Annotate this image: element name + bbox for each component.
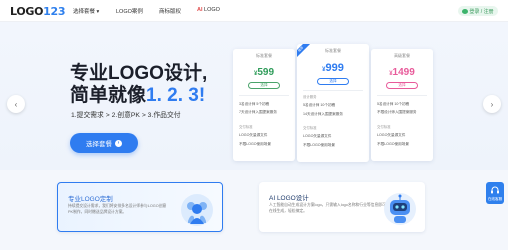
team-illustration-icon <box>181 194 213 226</box>
hero-title-line2: 简单就像1. 2. 3! <box>70 80 205 107</box>
site-logo[interactable]: LOGO123 <box>10 5 66 18</box>
logo-text: LOGO <box>10 5 44 18</box>
pricing-card-premium[interactable]: 高级套餐 ¥1499 选择 5名设计师 10个初稿 不限设计师入围提案服务 交付… <box>371 49 433 161</box>
card-select-button[interactable]: 选择 <box>317 78 349 85</box>
feature-description: 持续提交设计需求，我们将安排多名设计师参与LOGO创意PK制作，同时赠送品牌设计… <box>68 204 167 214</box>
nav-choose-package[interactable]: 选择套餐 ▾ <box>73 7 99 15</box>
card-select-button[interactable]: 选择 <box>386 82 418 89</box>
divider <box>239 95 289 96</box>
card-feature-line: LOGO矢量源文件 <box>303 134 332 138</box>
feature-title: AI LOGO设计 <box>269 195 309 202</box>
card-price: ¥599 <box>233 67 295 78</box>
logo-number: 123 <box>43 5 66 18</box>
nav-ai-rest: LOGO <box>202 7 220 13</box>
cta-label: 选择套餐 <box>86 141 112 148</box>
card-title: 标准套餐 <box>325 48 341 53</box>
card-section-heading: 交付标准 <box>303 126 317 130</box>
pricing-card-standard[interactable]: 推荐 标准套餐 ¥999 选择 设计服务 5名设计师 10个初稿 14天设计师入… <box>297 44 369 162</box>
hero-title-highlight: 1. 2. 3! <box>146 85 206 106</box>
card-title: 标准套餐 <box>256 53 272 58</box>
divider <box>377 95 427 96</box>
online-service-button[interactable]: 在线客服 <box>486 182 504 204</box>
carousel-next-button[interactable]: › <box>483 95 501 113</box>
nav-logo-cases[interactable]: LOGO案例 <box>116 7 143 15</box>
card-feature-line: 不限设计师入围提案服务 <box>377 110 417 114</box>
top-header: LOGO123 选择套餐 ▾ LOGO案例 商标版权 AI LOGO 登录 / … <box>0 0 508 22</box>
card-feature-line: 不限LOGO使用场景 <box>377 142 409 146</box>
price-value: 1499 <box>392 67 415 78</box>
nav-trademark[interactable]: 商标版权 <box>159 7 181 15</box>
card-feature-line: LOGO矢量源文件 <box>377 133 406 137</box>
card-section-heading: 交付标准 <box>377 125 391 129</box>
card-section-heading: 交付标准 <box>239 125 253 129</box>
chevron-right-icon: › <box>490 99 494 109</box>
card-feature-line: 7天设计师入围提案服务 <box>239 110 277 114</box>
card-feature-line: 3名设计师 5个初稿 <box>239 102 270 106</box>
service-label: 在线客服 <box>487 197 503 201</box>
hero-steps: 1.提交需求 > 2.创意PK > 3.作品交付 <box>71 112 181 119</box>
card-feature-line: 5名设计师 10个初稿 <box>303 103 336 107</box>
feature-description: 人工智能自动生成设计方案logo，只需输入logo名称和行业等信息即可在线生成，… <box>269 203 386 213</box>
card-price: ¥999 <box>297 62 369 74</box>
login-button[interactable]: 登录 / 注册 <box>458 6 498 16</box>
feature-title: 专业LOGO定制 <box>68 196 113 203</box>
arrow-right-icon: › <box>115 139 122 147</box>
nav-ai-logo[interactable]: AI LOGO <box>197 7 220 13</box>
card-select-button[interactable]: 选择 <box>248 82 280 89</box>
card-feature-line: LOGO矢量源文件 <box>239 133 268 137</box>
feature-ai-logo[interactable]: AI LOGO设计 人工智能自动生成设计方案logo，只需输入logo名称和行业… <box>259 182 425 232</box>
login-label: 登录 / 注册 <box>469 8 494 15</box>
price-value: 999 <box>325 62 344 74</box>
card-price: ¥1499 <box>371 67 433 78</box>
hero-title-prefix: 简单就像 <box>70 85 147 106</box>
chevron-left-icon: ‹ <box>14 99 18 109</box>
card-section-heading: 设计服务 <box>303 95 317 99</box>
card-feature-line: 14天设计师入围提案服务 <box>303 112 343 116</box>
headset-icon <box>491 186 499 194</box>
card-feature-line: 不限LOGO使用场景 <box>239 142 271 146</box>
feature-custom-logo[interactable]: 专业LOGO定制 持续提交设计需求，我们将安排多名设计师参与LOGO创意PK制作… <box>57 182 223 232</box>
carousel-prev-button[interactable]: ‹ <box>7 95 25 113</box>
robot-illustration-icon <box>384 193 416 225</box>
price-value: 599 <box>257 67 275 78</box>
card-feature-line: 不限LOGO使用场景 <box>303 143 335 147</box>
pricing-card-basic[interactable]: 标准套餐 ¥599 选择 3名设计师 5个初稿 7天设计师入围提案服务 交付标准… <box>233 49 295 161</box>
card-feature-line: 5名设计师 10个初稿 <box>377 102 410 106</box>
divider <box>303 90 363 91</box>
wechat-icon <box>462 8 469 14</box>
card-title: 高级套餐 <box>394 53 410 58</box>
choose-package-button[interactable]: 选择套餐 › <box>70 133 138 153</box>
